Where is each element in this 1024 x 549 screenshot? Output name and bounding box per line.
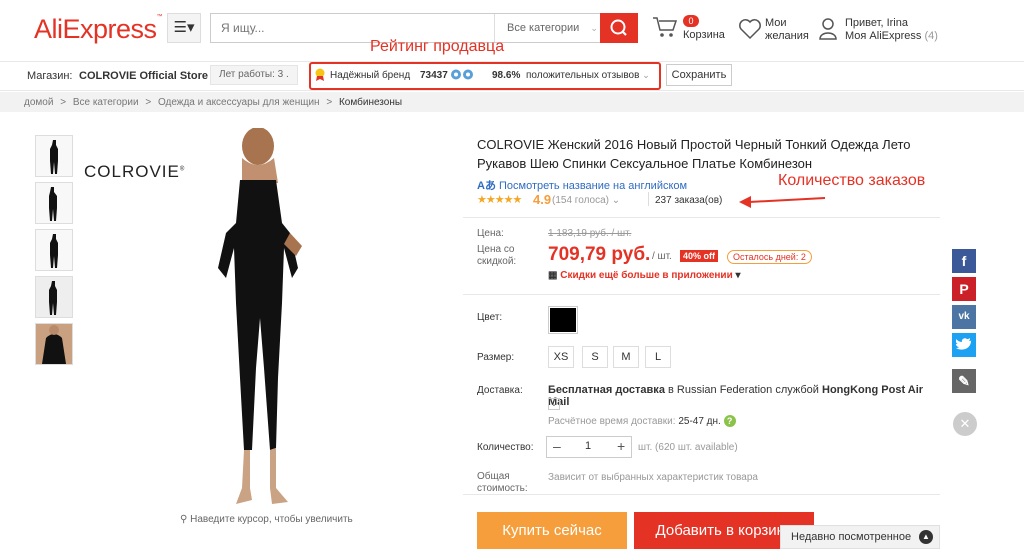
wishlist-line2: желания <box>765 30 809 42</box>
translate-icon: Aあ <box>477 180 496 192</box>
edit-icon[interactable]: ✎ <box>952 369 976 393</box>
quantity-stepper: – 1 + <box>546 436 632 458</box>
total-label: Общая стоимость: <box>477 471 528 494</box>
wishlist-link[interactable]: Мои желания <box>765 17 809 43</box>
delivery-label: Доставка: <box>477 385 523 396</box>
recently-viewed-bar[interactable]: Недавно посмотренное ▲ <box>780 525 940 549</box>
product-main-image[interactable] <box>180 127 330 515</box>
vk-icon[interactable]: vk <box>952 305 976 329</box>
decrease-button[interactable]: – <box>553 438 561 454</box>
account-link[interactable]: Привет, Irina Моя AliExpress (4) <box>845 17 938 43</box>
delivery-time: Расчётное время доставки: 25-47 дн. ? <box>548 415 736 427</box>
orders-annotation: Количество заказов <box>778 172 926 189</box>
store-years-badge: Лет работы: 3 . <box>210 65 298 85</box>
color-swatch-black[interactable] <box>548 306 578 334</box>
cart-icon[interactable] <box>652 15 678 44</box>
rating-value: 4.9 <box>533 192 552 207</box>
breadcrumb-sep: > <box>145 97 152 108</box>
pinterest-icon[interactable]: P <box>952 277 976 301</box>
arrow-annotation <box>737 192 827 215</box>
facebook-icon[interactable]: f <box>952 249 976 273</box>
quantity-label: Количество: <box>477 442 534 453</box>
discount-badge: 40% off <box>680 250 719 262</box>
zoom-hint: ⚲ Наведите курсор, чтобы увеличить <box>180 514 353 525</box>
product-title: COLROVIE Женский 2016 Новый Простой Черн… <box>477 137 911 171</box>
quantity-available: шт. (620 шт. available) <box>638 442 738 453</box>
cart-label[interactable]: Корзина <box>683 29 725 42</box>
color-label: Цвет: <box>477 312 503 323</box>
thumbnail[interactable] <box>35 135 73 177</box>
divider <box>463 494 940 495</box>
size-option-m[interactable]: M <box>613 346 639 368</box>
size-option-l[interactable]: L <box>645 346 671 368</box>
price-label: Цена: <box>477 228 504 239</box>
old-price: 1 183,19 руб. / шт. <box>548 228 632 239</box>
wishlist-line1: Мои <box>765 17 787 29</box>
thumbnail-list <box>35 135 73 365</box>
positive-percent: 98.6% <box>492 70 521 81</box>
chevron-up-icon: ▲ <box>919 530 933 544</box>
aliexpress-logo[interactable]: AliExpress™ <box>34 14 163 45</box>
size-label: Размер: <box>477 352 515 363</box>
user-icon[interactable] <box>818 17 838 46</box>
cart-count-badge: 0 <box>683 15 699 27</box>
votes-link[interactable]: (154 голоса) ⌄ <box>552 195 620 206</box>
greeting: Привет, Irina <box>845 17 908 29</box>
store-label: Магазин: <box>27 70 73 82</box>
breadcrumb-sep: > <box>326 97 333 108</box>
breadcrumb-women-clothing[interactable]: Одежда и аксессуары для женщин <box>158 97 320 108</box>
breadcrumb-all-categories[interactable]: Все категории <box>73 97 139 108</box>
magnifier-icon: ⚲ <box>180 514 188 525</box>
divider <box>648 192 649 206</box>
size-option-xs[interactable]: XS <box>548 346 574 368</box>
seller-score: 73437 <box>420 70 448 81</box>
trusted-brand-label: Надёжный бренд <box>330 70 411 81</box>
total-value: Зависит от выбранных характеристик товар… <box>548 472 758 483</box>
brand-logo: COLROVIE® <box>84 162 186 181</box>
orders-count: 237 заказа(ов) <box>655 195 723 206</box>
positive-feedback-link[interactable]: положительных отзывов ⌄ <box>526 70 650 81</box>
app-discount-link[interactable]: ▦ Скидки ещё больше в приложении ▾ <box>548 270 741 281</box>
delivery-info: Бесплатная доставка в Russian Federation… <box>548 384 924 408</box>
site-header: AliExpress™ ☰▾ Все категории ⌄ 0 Корзина… <box>0 0 1024 60</box>
breadcrumb-home[interactable]: домой <box>24 97 53 108</box>
divider <box>463 294 940 295</box>
search-icon <box>610 19 627 36</box>
twitter-icon[interactable] <box>952 333 976 357</box>
quantity-value[interactable]: 1 <box>585 440 591 452</box>
my-aliexpress-link[interactable]: Моя AliExpress <box>845 30 921 42</box>
thumbnail[interactable] <box>35 182 73 224</box>
breadcrumb-sep: > <box>60 97 67 108</box>
thumbnail[interactable] <box>35 276 73 318</box>
category-select[interactable]: Все категории ⌄ <box>494 14 601 42</box>
account-count: (4) <box>924 30 938 42</box>
medal-icon <box>314 68 326 87</box>
rating-stars: ★★★★★ <box>477 194 522 206</box>
delivery-dropdown[interactable]: ⌄ <box>548 398 560 410</box>
thumbnail[interactable] <box>35 229 73 271</box>
current-price: 709,79 руб. <box>548 244 651 265</box>
breadcrumb: домой > Все категории > Одежда и аксессу… <box>0 92 1024 112</box>
crown-icon <box>450 68 476 86</box>
qr-icon: ▦ <box>548 270 558 281</box>
per-unit: / шт. <box>652 251 672 262</box>
days-left-badge: Осталось дней: 2 <box>727 250 812 264</box>
discount-price-label: Цена со скидкой: <box>477 244 517 267</box>
help-icon[interactable]: ? <box>723 415 736 427</box>
heart-icon[interactable] <box>738 18 762 45</box>
buy-now-button[interactable]: Купить сейчас <box>477 512 627 549</box>
seller-rating-annotation: Рейтинг продавца <box>370 38 505 55</box>
size-option-s[interactable]: S <box>582 346 608 368</box>
categories-menu-button[interactable]: ☰▾ <box>167 13 201 43</box>
save-store-button[interactable]: Сохранить <box>666 64 732 86</box>
breadcrumb-current: Комбинезоны <box>338 97 403 108</box>
search-button[interactable] <box>600 13 638 43</box>
divider <box>463 217 940 218</box>
increase-button[interactable]: + <box>617 438 625 454</box>
thumbnail[interactable] <box>35 323 73 365</box>
close-icon[interactable]: ✕ <box>953 412 977 436</box>
store-name-link[interactable]: COLROVIE Official Store <box>79 70 208 82</box>
translate-title-link[interactable]: Aあ Посмотреть название на английском <box>477 177 687 193</box>
